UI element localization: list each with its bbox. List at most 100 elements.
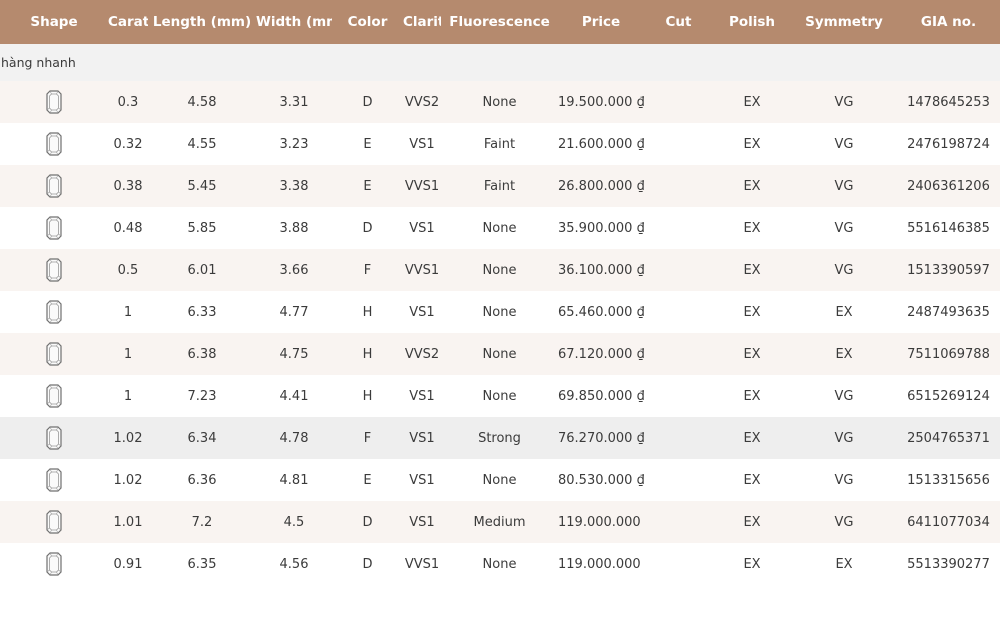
color-cell: H — [362, 388, 373, 404]
header-gia[interactable]: GIA no. — [897, 14, 1000, 30]
shape-cell — [0, 510, 108, 534]
price-cell: 26.800.000 ₫ — [558, 178, 644, 194]
emerald-cut-diamond-icon — [46, 426, 62, 450]
table-row[interactable]: 0.38 5.45 3.38 E VVS1 Faint 26.800.000 ₫ EX VG 24… — [0, 165, 1000, 207]
color-cell: F — [363, 262, 372, 278]
polish-cell: EX — [743, 178, 761, 194]
gia-cell: 2476198724 — [907, 136, 990, 152]
price-cell: 80.530.000 ₫ — [558, 472, 644, 488]
clarity-cell: VVS2 — [404, 94, 440, 110]
gia-cell: 7511069788 — [907, 346, 990, 362]
group-label: hàng nhanh — [1, 55, 76, 70]
width-cell: 4.81 — [279, 472, 309, 488]
table-body: 0.3 4.58 3.31 D VVS2 None 19.500.000 ₫ EX VG 1478… — [0, 81, 1000, 585]
gia-cell: 1513390597 — [907, 262, 990, 278]
table-row[interactable]: 1 6.38 4.75 H VVS2 None 67.120.000 ₫ EX EX 751106… — [0, 333, 1000, 375]
polish-cell: EX — [743, 388, 761, 404]
symmetry-cell: VG — [834, 220, 854, 236]
length-cell: 6.01 — [187, 262, 217, 278]
symmetry-cell: VG — [834, 430, 854, 446]
polish-cell: EX — [743, 304, 761, 320]
carat-cell: 0.91 — [113, 556, 143, 572]
header-cut[interactable]: Cut — [644, 14, 713, 30]
length-cell: 6.35 — [187, 556, 217, 572]
emerald-cut-diamond-icon — [46, 510, 62, 534]
header-carat[interactable]: Carat — [108, 14, 148, 30]
carat-cell: 1.02 — [113, 472, 143, 488]
length-cell: 4.55 — [187, 136, 217, 152]
clarity-cell: VS1 — [409, 472, 435, 488]
header-symmetry[interactable]: Symmetry — [791, 14, 897, 30]
header-length[interactable]: Length (mm) — [148, 14, 256, 30]
width-cell: 4.56 — [279, 556, 309, 572]
group-row: hàng nhanh — [0, 44, 1000, 81]
clarity-cell: VS1 — [409, 388, 435, 404]
table-row[interactable]: 1.02 6.34 4.78 F VS1 Strong 76.270.000 ₫ EX VG 25… — [0, 417, 1000, 459]
symmetry-cell: VG — [834, 514, 854, 530]
length-cell: 5.85 — [187, 220, 217, 236]
carat-cell: 1 — [123, 346, 133, 362]
gia-cell: 6515269124 — [907, 388, 990, 404]
header-color[interactable]: Color — [332, 14, 403, 30]
table-header: Shape Carat Length (mm) Width (mm) Color… — [0, 0, 1000, 44]
header-polish[interactable]: Polish — [713, 14, 791, 30]
polish-cell: EX — [743, 346, 761, 362]
emerald-cut-diamond-icon — [46, 132, 62, 156]
symmetry-cell: EX — [835, 304, 853, 320]
gia-cell: 1478645253 — [907, 94, 990, 110]
shape-cell — [0, 468, 108, 492]
clarity-cell: VVS1 — [404, 262, 440, 278]
carat-cell: 1.02 — [113, 430, 143, 446]
width-cell: 4.5 — [283, 514, 305, 530]
table-row[interactable]: 0.5 6.01 3.66 F VVS1 None 36.100.000 ₫ EX VG 1513… — [0, 249, 1000, 291]
width-cell: 3.66 — [279, 262, 309, 278]
fluorescence-cell: None — [482, 556, 517, 572]
table-row[interactable]: 0.32 4.55 3.23 E VS1 Faint 21.600.000 ₫ EX VG 247… — [0, 123, 1000, 165]
clarity-cell: VS1 — [409, 136, 435, 152]
fluorescence-cell: None — [482, 94, 517, 110]
table-row[interactable]: 1 7.23 4.41 H VS1 None 69.850.000 ₫ EX VG 6515269… — [0, 375, 1000, 417]
length-cell: 7.2 — [191, 514, 213, 530]
fluorescence-cell: Faint — [483, 178, 516, 194]
header-clarity[interactable]: Clarity — [403, 14, 441, 30]
gia-cell: 2487493635 — [907, 304, 990, 320]
color-cell: D — [362, 514, 373, 530]
symmetry-cell: VG — [834, 388, 854, 404]
color-cell: D — [362, 220, 373, 236]
length-cell: 5.45 — [187, 178, 217, 194]
fluorescence-cell: None — [482, 472, 517, 488]
clarity-cell: VVS1 — [404, 178, 440, 194]
length-cell: 6.33 — [187, 304, 217, 320]
fluorescence-cell: None — [482, 388, 517, 404]
polish-cell: EX — [743, 556, 761, 572]
shape-cell — [0, 342, 108, 366]
table-row[interactable]: 0.3 4.58 3.31 D VVS2 None 19.500.000 ₫ EX VG 1478… — [0, 81, 1000, 123]
emerald-cut-diamond-icon — [46, 342, 62, 366]
table-row[interactable]: 1.01 7.2 4.5 D VS1 Medium 119.000.000 ₫ EX VG 641… — [0, 501, 1000, 543]
price-cell: 119.000.000 ₫ — [558, 556, 644, 572]
emerald-cut-diamond-icon — [46, 258, 62, 282]
price-cell: 35.900.000 ₫ — [558, 220, 644, 236]
table-row[interactable]: 1 6.33 4.77 H VS1 None 65.460.000 ₫ EX EX 2487493… — [0, 291, 1000, 333]
header-shape[interactable]: Shape — [0, 14, 108, 30]
gia-cell: 5516146385 — [907, 220, 990, 236]
table-row[interactable]: 1.02 6.36 4.81 E VS1 None 80.530.000 ₫ EX VG 1513… — [0, 459, 1000, 501]
diamond-table: Shape Carat Length (mm) Width (mm) Color… — [0, 0, 1000, 585]
shape-cell — [0, 174, 108, 198]
length-cell: 7.23 — [187, 388, 217, 404]
price-cell: 65.460.000 ₫ — [558, 304, 644, 320]
fluorescence-cell: None — [482, 262, 517, 278]
fluorescence-cell: None — [482, 304, 517, 320]
clarity-cell: VS1 — [409, 514, 435, 530]
price-cell: 36.100.000 ₫ — [558, 262, 644, 278]
price-cell: 19.500.000 ₫ — [558, 94, 644, 110]
symmetry-cell: EX — [835, 346, 853, 362]
fluorescence-cell: Medium — [473, 514, 526, 530]
table-row[interactable]: 0.48 5.85 3.88 D VS1 None 35.900.000 ₫ EX VG 5516… — [0, 207, 1000, 249]
header-width[interactable]: Width (mm) — [256, 14, 332, 30]
header-fluorescence[interactable]: Fluorescence — [441, 14, 558, 30]
polish-cell: EX — [743, 430, 761, 446]
width-cell: 3.23 — [279, 136, 309, 152]
header-price[interactable]: Price — [558, 14, 644, 30]
table-row[interactable]: 0.91 6.35 4.56 D VVS1 None 119.000.000 ₫ EX EX 55… — [0, 543, 1000, 585]
